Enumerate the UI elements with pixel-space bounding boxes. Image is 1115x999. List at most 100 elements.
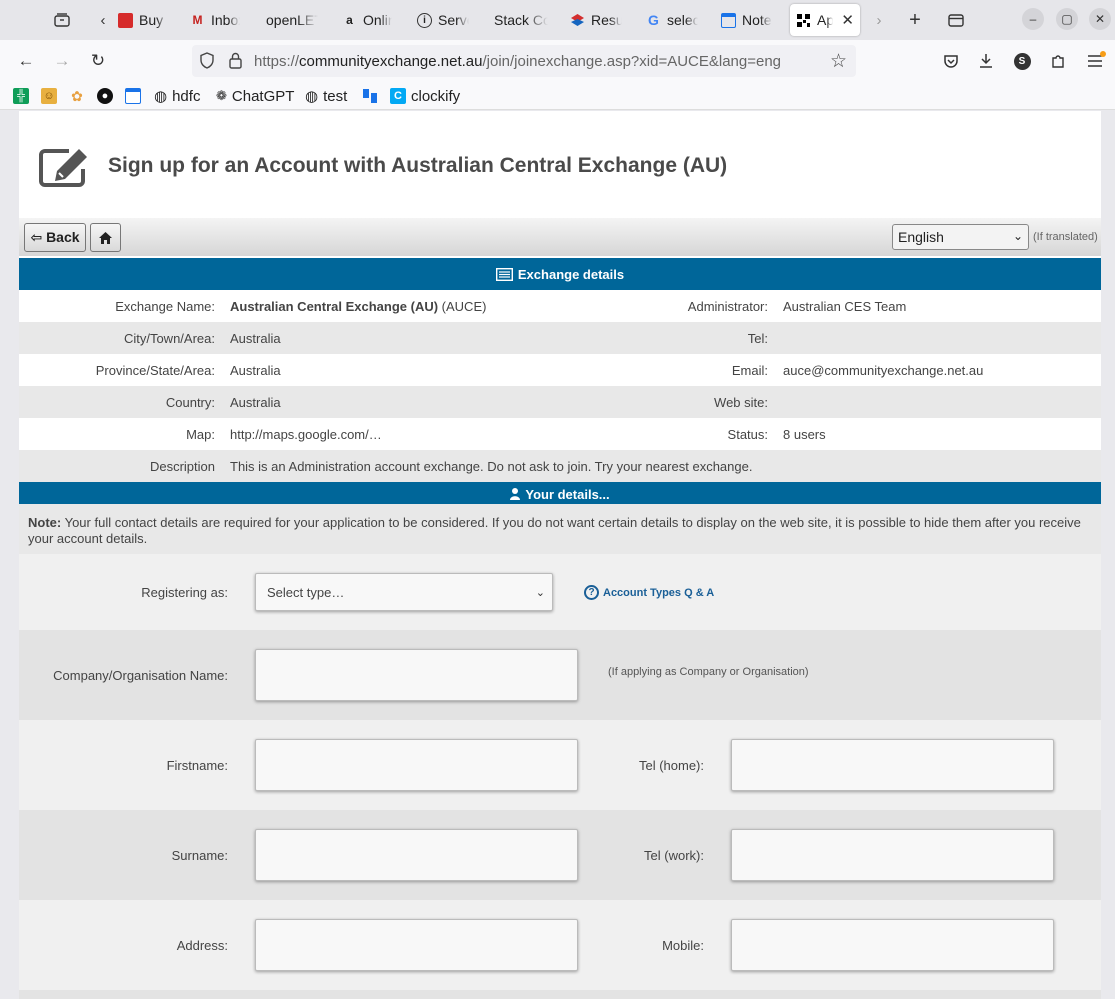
page-header: Sign up for an Account with Australian C… [19,111,1101,218]
bookmark-github[interactable]: ● [97,87,113,105]
exchange-code: (AUCE) [441,299,487,314]
layers-icon [570,13,585,28]
extensions-icon[interactable] [1045,49,1071,73]
amazon-icon: a [346,13,353,27]
bookmark-star-icon[interactable]: ☆ [830,50,847,73]
home-icon [99,231,112,244]
account-types-link[interactable]: ? Account Types Q & A [584,585,714,600]
form-row-address: Address: Mobile: [19,900,1101,990]
registering-as-select[interactable]: Select type… ⌄ [255,573,553,611]
detail-row-country: Country: Australia Web site: [19,386,1101,418]
minimize-icon[interactable]: – [1022,8,1044,30]
navigation-bar: ← → ↻ https://communityexchange.net.au/j… [0,40,1115,82]
sheets-icon: ╬ [13,88,29,104]
edit-icon [39,149,87,187]
update-badge [1100,51,1106,57]
page-gutter-right [1101,111,1115,999]
bookmark-chatgpt[interactable]: ❁ ChatGPT [216,87,294,105]
bookmark-hdfc[interactable]: ◍ hdfc [154,87,200,106]
close-tab-icon[interactable]: ✕ [841,11,854,29]
language-select[interactable]: English ⌄ [892,224,1029,250]
lock-icon[interactable] [229,52,242,72]
your-details-header: Your details... [19,482,1101,506]
bookmark-trello[interactable] [362,87,378,105]
trello-icon [362,88,378,104]
tab-1[interactable]: M Inbox [184,4,246,36]
pocket-icon[interactable] [938,49,964,73]
info-icon: i [417,12,432,28]
scroll-tabs-right-icon[interactable]: › [866,8,892,32]
detail-row-city: City/Town/Area: Australia Tel: [19,322,1101,354]
tab-6[interactable]: Resu [564,4,628,36]
tab-0[interactable]: Buy E [112,4,174,36]
tel-work-input[interactable] [731,829,1054,881]
tab-7[interactable]: G selec [640,4,704,36]
chevron-down-icon: ⌄ [535,587,545,599]
bookmark-sheets[interactable]: ╬ [13,87,29,105]
surname-input[interactable] [255,829,578,881]
exchange-name: Australian Central Exchange (AU) [230,299,439,314]
page-title: Sign up for an Account with Australian C… [108,154,728,177]
tab-active[interactable]: Ap ✕ [790,4,860,36]
forward-icon[interactable]: → [49,49,75,73]
exchange-details-header: Exchange details [19,258,1101,290]
company-hint: (If applying as Company or Organisation) [608,666,809,678]
globe-icon: ◍ [154,88,168,105]
company-name-input[interactable] [255,649,578,701]
google-icon: G [648,12,659,28]
page-content: Sign up for an Account with Australian C… [19,111,1101,999]
url-bar[interactable]: https://communityexchange.net.au/join/jo… [192,45,856,77]
firstname-input[interactable] [255,739,578,791]
bookmark-lotus[interactable]: ✿ [69,87,85,105]
gmail-icon: M [192,13,203,27]
mobile-input[interactable] [731,919,1054,971]
tab-8[interactable]: Note [715,4,781,36]
globe-icon: ◍ [305,88,319,105]
description-value: This is an Administration account exchan… [230,459,753,474]
city-value: Australia [230,331,281,346]
detail-row-exchange-name: Exchange Name: Australian Central Exchan… [115,299,907,314]
downloads-icon[interactable] [973,49,999,73]
status-value: 8 users [783,427,826,442]
firefox-view-icon[interactable] [49,8,75,32]
page-toolbar: ⇦ Back English ⌄ (If translated) [19,218,1101,256]
menu-icon[interactable] [1082,49,1108,73]
tab-4[interactable]: i Serve [411,4,475,36]
detail-row-province: Province/State/Area: Australia Email: au… [95,363,984,378]
user-icon [510,488,521,500]
tab-3[interactable]: a Onlin [336,4,398,36]
reload-icon[interactable]: ↻ [85,49,111,73]
face-icon: ☺ [41,88,57,104]
note-text: Note: Your full contact details are requ… [19,504,1101,554]
red-flag-icon [118,12,133,28]
tab-bar: ‹ Buy E M Inbox openLET a Onlin i Serve … [0,0,1115,40]
list-all-tabs-icon[interactable] [943,8,969,32]
url-text[interactable]: https://communityexchange.net.au/join/jo… [254,53,781,70]
email-link[interactable]: auce@communityexchange.net.au [783,363,983,378]
shield-icon[interactable] [200,52,214,72]
form-row-company: Company/Organisation Name: (If applying … [19,630,1101,720]
close-window-icon[interactable]: ✕ [1089,8,1111,30]
bookmark-clockify[interactable]: C clockify [390,87,460,105]
tab-2[interactable]: openLET [260,4,324,36]
list-icon [495,267,513,281]
tab-5[interactable]: Stack Co [488,4,554,36]
form-row-surname: Surname: Tel (work): [19,810,1101,900]
map-link[interactable]: http://maps.google.com/… [230,427,382,442]
bookmark-test[interactable]: ◍ test [305,87,347,106]
address-input[interactable] [255,919,578,971]
back-icon[interactable]: ← [13,49,39,73]
help-icon: ? [584,585,599,600]
bookmark-face[interactable]: ☺ [41,87,57,105]
province-value: Australia [230,363,281,378]
tel-home-input[interactable] [731,739,1054,791]
lotus-icon: ✿ [71,87,83,104]
calendar-icon [721,12,736,28]
bookmark-calendar[interactable] [125,87,141,105]
home-button[interactable] [90,223,121,252]
new-tab-icon[interactable]: + [902,8,928,32]
administrator-value: Australian CES Team [783,299,907,314]
profile-avatar[interactable]: S [1009,49,1035,73]
back-button[interactable]: ⇦ Back [24,223,86,252]
maximize-icon[interactable]: ▢ [1056,8,1078,30]
